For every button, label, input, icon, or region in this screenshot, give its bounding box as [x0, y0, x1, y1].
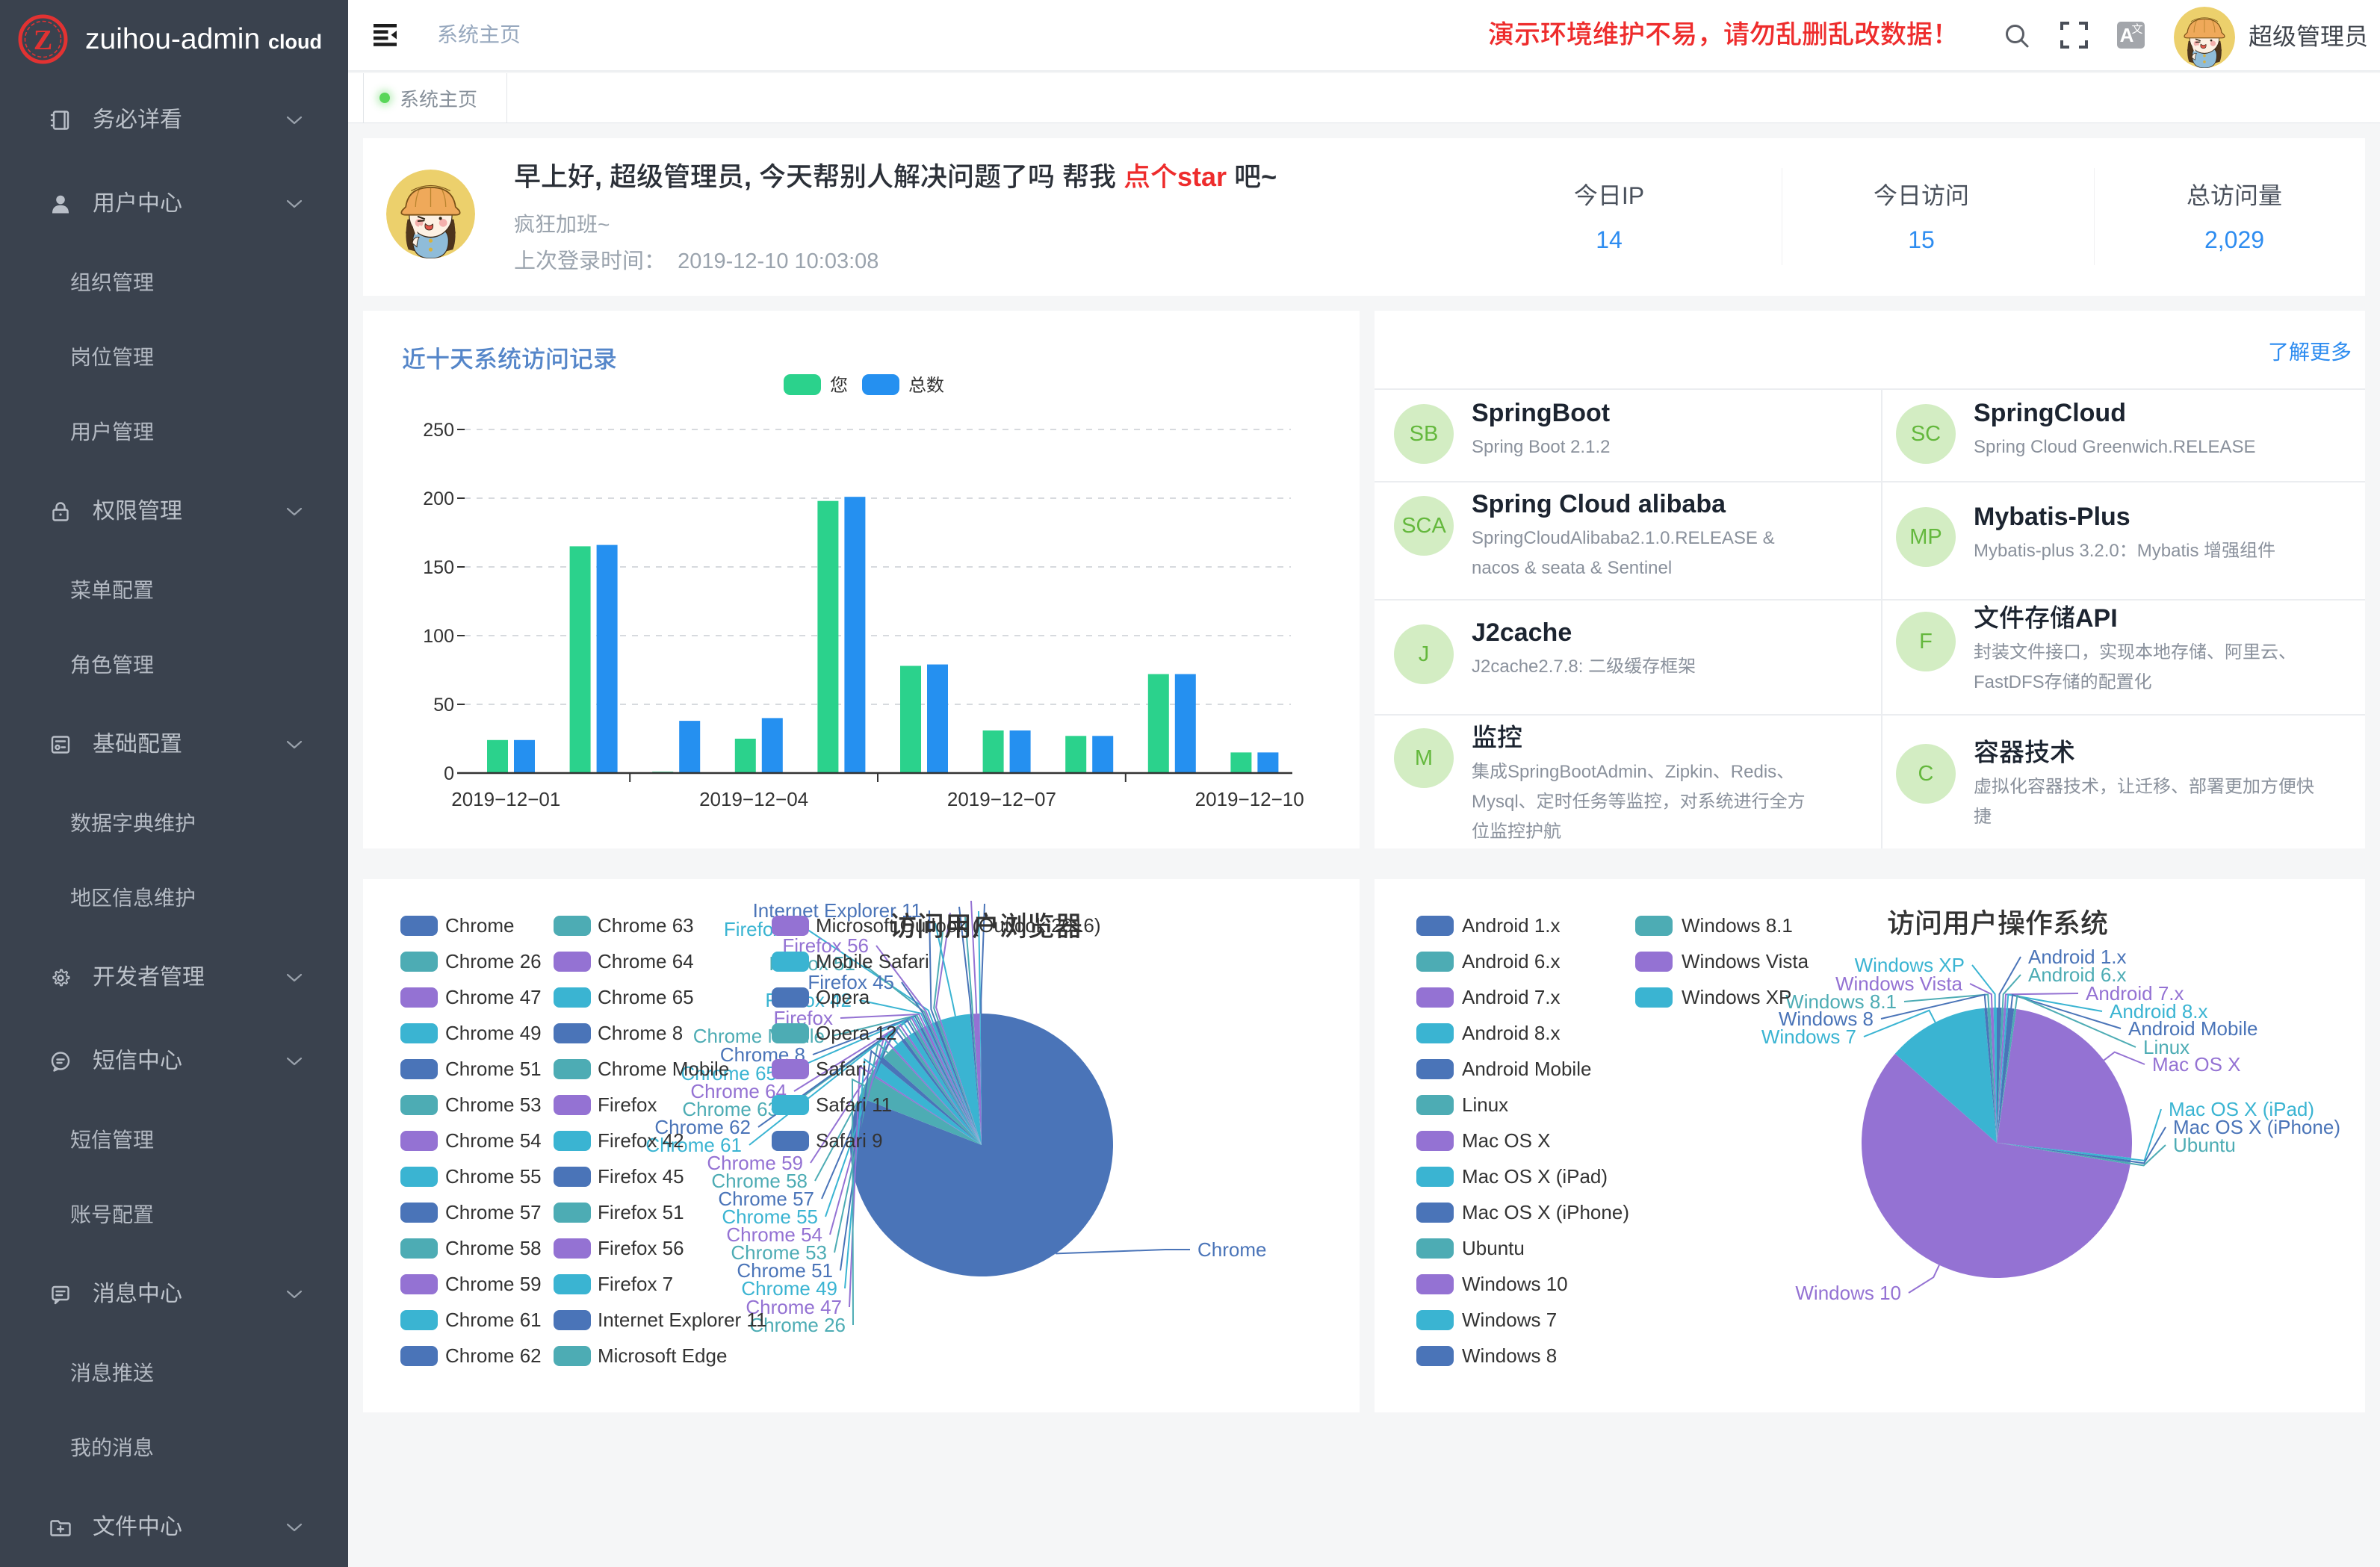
svg-text:250: 250 — [423, 420, 454, 441]
svg-text:2019−12−07: 2019−12−07 — [947, 788, 1056, 810]
svg-text:0: 0 — [444, 763, 454, 784]
svg-text:Mac OS X: Mac OS X — [2152, 1053, 2240, 1076]
svg-text:100: 100 — [423, 626, 454, 647]
svg-text:Chrome: Chrome — [1197, 1238, 1266, 1261]
svg-text:文: 文 — [2131, 23, 2142, 36]
svg-text:Windows 7: Windows 7 — [1761, 1025, 1856, 1048]
svg-text:2019−12−10: 2019−12−10 — [1195, 788, 1304, 810]
svg-text:150: 150 — [423, 557, 454, 578]
svg-text:Ubuntu: Ubuntu — [2173, 1134, 2236, 1156]
svg-text:Z: Z — [34, 25, 52, 56]
svg-text:200: 200 — [423, 488, 454, 509]
svg-text:50: 50 — [433, 695, 454, 716]
svg-text:Windows 10: Windows 10 — [1795, 1282, 1901, 1304]
svg-text:2019−12−01: 2019−12−01 — [451, 788, 560, 810]
svg-text:2019−12−04: 2019−12−04 — [699, 788, 808, 810]
